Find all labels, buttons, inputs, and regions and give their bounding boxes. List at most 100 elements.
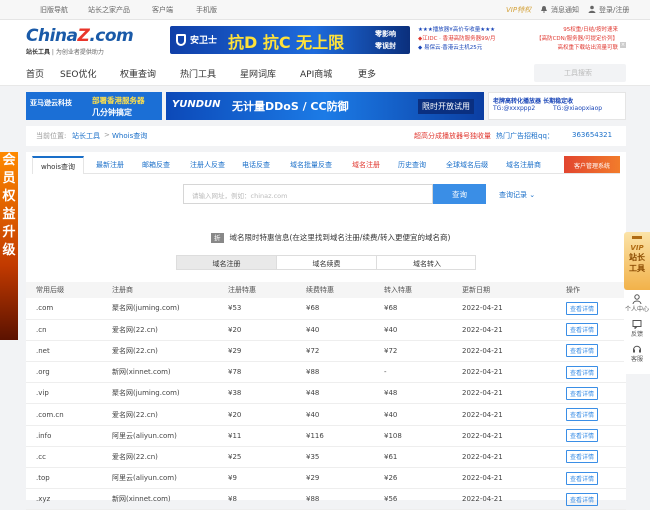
table-cell: ¥40 [374, 319, 452, 341]
feedback-button[interactable]: 反馈 [624, 319, 650, 338]
mobile-link[interactable]: 手机版 [196, 5, 217, 15]
view-details-button[interactable]: 查看详情 [566, 408, 599, 422]
tab-latest[interactable]: 最新注册 [96, 160, 124, 170]
view-details-button[interactable]: 查看详情 [566, 301, 599, 315]
customer-service-button[interactable]: 客服 [624, 344, 650, 363]
tab-whois[interactable]: whois查询 [32, 156, 85, 174]
query-records-link[interactable]: 查询记录 ⌄ [499, 190, 535, 200]
view-details-button[interactable]: 查看详情 [566, 450, 599, 464]
view-details-button[interactable]: 查看详情 [566, 386, 599, 400]
seg-renew[interactable]: 域名续费 [277, 256, 377, 269]
table-cell: ¥29 [296, 467, 374, 490]
table-cell: ¥88 [296, 361, 374, 384]
table-action-cell: 查看详情 [556, 382, 626, 405]
query-button[interactable]: 查询 [433, 184, 486, 204]
header: ChinaZ.com 站长工具 | 为创业者提供助力 安卫士 抗D 抗C 无上限… [0, 20, 650, 60]
table-cell: .com.cn [26, 403, 102, 426]
table-cell: ¥72 [296, 340, 374, 363]
tab-history[interactable]: 历史查询 [398, 160, 426, 170]
table-row: .vip 聚名网(juming.com) ¥38 ¥48 ¥48 2022-04-21 查看… [26, 382, 626, 405]
text-ad-2[interactable]: 95权重/日结/按时速来 【高防CDN/服务器/可提定价列】 高权重下载站出流量… [520, 26, 618, 54]
breadcrumb-home[interactable]: 站长工具 [72, 131, 100, 141]
tab-phone[interactable]: 电话反查 [242, 160, 270, 170]
view-details-button[interactable]: 查看详情 [566, 471, 599, 485]
table-cell: ¥68 [296, 298, 374, 320]
client-link[interactable]: 客户端 [152, 5, 173, 15]
table-cell: .xyz [26, 488, 102, 510]
table-cell: 2022-04-21 [452, 319, 556, 341]
table-cell: ¥25 [218, 446, 296, 469]
table-cell: .info [26, 425, 102, 447]
table-cell: 2022-04-21 [452, 446, 556, 469]
table-cell: ¥56 [374, 488, 452, 510]
table-row: .net 爱名网(22.cn) ¥29 ¥72 ¥72 2022-04-21 查看详情 [26, 340, 626, 363]
table-cell: 2022-04-21 [452, 467, 556, 490]
table-row: .org 新网(xinnet.com) ¥78 ¥88-2022-04-21 查看详情 [26, 361, 626, 384]
view-details-button[interactable]: 查看详情 [566, 344, 599, 358]
tab-registrant[interactable]: 注册人反查 [190, 160, 225, 170]
old-nav-link[interactable]: 旧版导航 [40, 5, 68, 15]
table-cell: .vip [26, 382, 102, 405]
promo-link[interactable]: 超高分成播放器号独收量 [414, 131, 491, 141]
view-details-button[interactable]: 查看详情 [566, 323, 599, 337]
login-link[interactable]: 登录/注册 [599, 5, 629, 15]
vip-tools-float[interactable]: VIP 站长 工具 [624, 232, 650, 290]
products-link[interactable]: 站长之家产品 [88, 5, 130, 15]
left-side-ad[interactable]: 会员权益升级 [0, 152, 18, 340]
view-details-button[interactable]: 查看详情 [566, 492, 599, 506]
table-action-cell: 查看详情 [556, 446, 626, 469]
text-ad-1[interactable]: ★★★播放器¥高价专收量★★★ ◆江IDC · 香港高防服务器99/月 ◆ 易保… [418, 26, 518, 54]
price-table: 常用后缀 注册商 注册特惠 续费特惠 转入特惠 更新日期 操作 .com 聚名网(… [26, 282, 626, 510]
nav-seo[interactable]: SEO优化 [60, 67, 96, 80]
side-tools: 个人中心 反馈 客服 [624, 290, 650, 374]
tab-email[interactable]: 邮箱反查 [142, 160, 170, 170]
tab-register[interactable]: 域名注册 [352, 160, 380, 170]
player-ad[interactable]: 老牌高转化播放器 长期稳定收 TG:@xxxppp2 TG:@xiaopxiao… [488, 92, 626, 120]
tab-registrar[interactable]: 域名注册商 [506, 160, 541, 170]
table-cell: ¥20 [218, 403, 296, 426]
crm-badge[interactable]: 客户管理系统 [564, 156, 620, 173]
nav-keywords[interactable]: 星网词库 [240, 67, 276, 80]
aws-ad[interactable]: 亚马逊云科技 部署香港服务器 几分钟搞定 [26, 92, 162, 120]
seg-register[interactable]: 域名注册 [177, 256, 277, 269]
nav-home[interactable]: 首页 [26, 67, 44, 80]
personal-center-button[interactable]: 个人中心 [624, 294, 650, 313]
tool-search-input[interactable]: 工具搜索 [534, 64, 626, 82]
table-cell: ¥116 [296, 425, 374, 447]
vip-link[interactable]: VIP特权 [506, 5, 531, 15]
headset-icon [633, 345, 641, 353]
anweishi-banner[interactable]: 安卫士 抗D 抗C 无上限 零影响 零误封 [170, 26, 410, 54]
table-cell: ¥78 [218, 361, 296, 384]
seg-transfer[interactable]: 域名转入 [377, 256, 477, 269]
table-cell: 2022-04-21 [452, 340, 556, 363]
tab-suffix[interactable]: 全球域名后缀 [446, 160, 488, 170]
user-icon[interactable] [588, 5, 596, 15]
table-cell: ¥108 [374, 425, 452, 447]
chinaz-logo[interactable]: ChinaZ.com 站长工具 | 为创业者提供助力 [26, 26, 134, 56]
table-cell: 2022-04-21 [452, 382, 556, 405]
bell-icon[interactable] [540, 5, 548, 15]
nav-api[interactable]: API商城 [300, 67, 332, 80]
table-cell: .cn [26, 319, 102, 341]
view-details-button[interactable]: 查看详情 [566, 365, 599, 379]
nav-weight[interactable]: 权重查询 [120, 67, 156, 80]
tab-batch[interactable]: 域名批量反查 [290, 160, 332, 170]
hotline-number[interactable]: 363654321 [572, 131, 612, 139]
chevron-down-icon: ⌄ [529, 191, 536, 199]
table-cell: ¥38 [218, 382, 296, 405]
breadcrumb-current[interactable]: Whois查询 [112, 131, 147, 141]
table-action-cell: 查看详情 [556, 361, 626, 384]
nav-hot-tools[interactable]: 热门工具 [180, 67, 216, 80]
segment-switch: 域名注册 域名续费 域名转入 [176, 255, 476, 270]
yundun-ad[interactable]: YUNDUN 无计量DDoS / CC防御 限时开放试用 [166, 92, 484, 120]
table-cell: .cc [26, 446, 102, 469]
close-icon[interactable]: × [620, 42, 626, 48]
domain-search-input[interactable]: 请输入网址，例如：chinaz.com [183, 184, 433, 204]
table-cell: ¥48 [296, 382, 374, 405]
view-details-button[interactable]: 查看详情 [566, 429, 599, 443]
nav-more[interactable]: 更多 [358, 67, 376, 80]
messages-link[interactable]: 消息通知 [551, 5, 579, 15]
table-cell: ¥11 [218, 425, 296, 447]
table-row: .com 聚名网(juming.com) ¥53 ¥68 ¥68 2022-04-21 查看… [26, 298, 626, 320]
table-cell: ¥61 [374, 446, 452, 469]
